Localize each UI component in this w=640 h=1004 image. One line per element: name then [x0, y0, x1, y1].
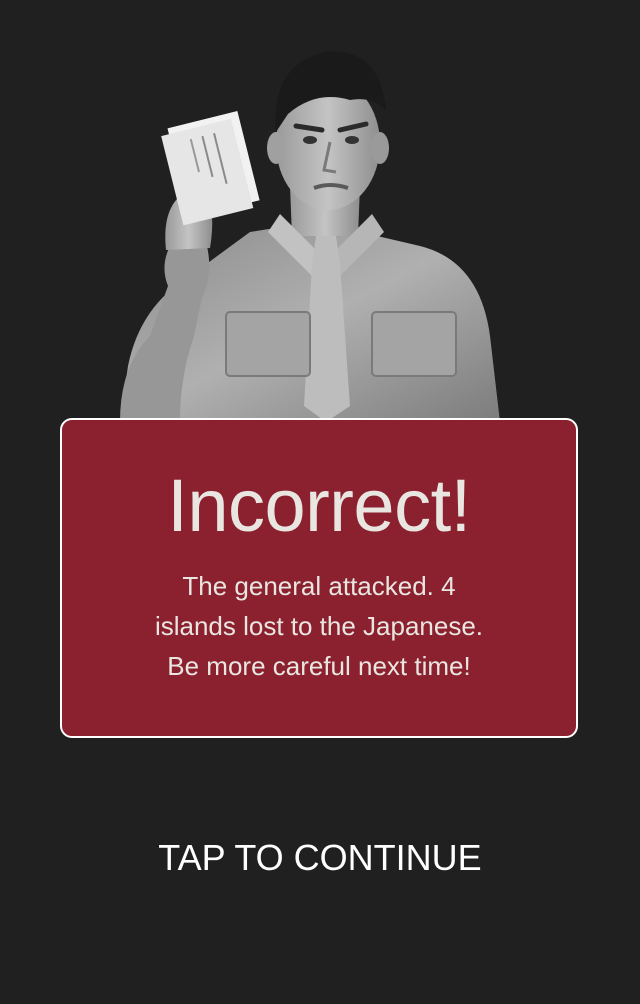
- game-screen[interactable]: Incorrect! The general attacked. 4 islan…: [0, 0, 640, 1004]
- result-message: The general attacked. 4 islands lost to …: [99, 566, 539, 686]
- officer-portrait: [120, 51, 500, 422]
- result-message-line: The general attacked. 4: [182, 571, 456, 601]
- result-card: Incorrect! The general attacked. 4 islan…: [60, 418, 578, 738]
- result-title: Incorrect!: [167, 464, 471, 547]
- result-message-line: islands lost to the Japanese.: [154, 611, 484, 641]
- tap-to-continue-button[interactable]: TAP TO CONTINUE: [0, 836, 640, 880]
- result-message-line: Be more careful next time!: [167, 651, 471, 681]
